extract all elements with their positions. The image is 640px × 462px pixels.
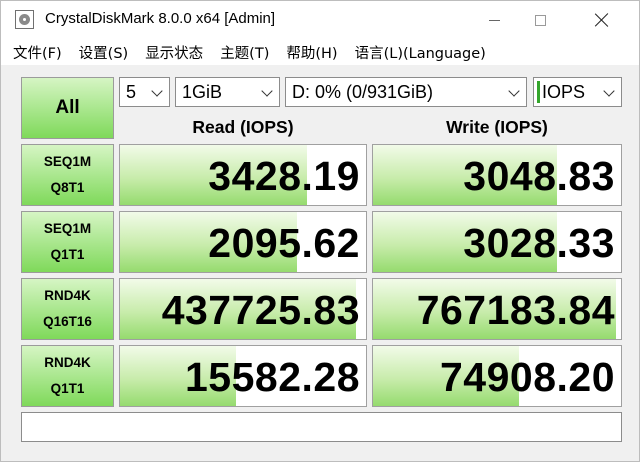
write-column-header: Write (IOPS)	[446, 117, 548, 137]
menu-display-status[interactable]: 显示状态	[145, 42, 203, 63]
test-name: SEQ1M	[43, 221, 92, 236]
unit-select[interactable]: IOPS	[533, 77, 622, 107]
test-name: RND4K	[44, 355, 91, 370]
write-result-rnd4k-q1t1: 74908.20	[372, 345, 622, 407]
read-column-header: Read (IOPS)	[192, 117, 294, 137]
write-value: 3028.33	[463, 220, 615, 266]
drive-select[interactable]: D: 0% (0/931GiB)	[285, 77, 527, 107]
menu-file[interactable]: 文件(F)	[13, 42, 62, 63]
menu-bar: 文件(F) 设置(S) 显示状态 主题(T) 帮助(H) 语言(L)(Langu…	[1, 39, 639, 65]
write-value: 74908.20	[439, 354, 615, 400]
write-value: 3048.83	[463, 153, 615, 199]
test-params: Q8T1	[50, 180, 85, 195]
read-result-rnd4k-q16t16: 437725.83	[119, 278, 367, 340]
test-size-select[interactable]: 1GiB	[175, 77, 280, 107]
write-result-seq1m-q1t1: 3028.33	[372, 211, 622, 273]
test-params: Q1T1	[50, 381, 85, 396]
minimize-button[interactable]	[471, 1, 517, 39]
all-button[interactable]: All	[21, 77, 114, 139]
unit-accent-marker	[537, 81, 540, 103]
close-button[interactable]	[579, 1, 625, 39]
comment-input[interactable]	[21, 412, 622, 442]
menu-settings[interactable]: 设置(S)	[79, 42, 129, 63]
read-value: 15582.28	[184, 354, 360, 400]
unit-value: IOPS	[542, 81, 586, 102]
chevron-down-icon	[508, 85, 520, 97]
test-button-seq1m-q1t1[interactable]: SEQ1M Q1T1	[21, 211, 114, 273]
test-count-value: 5	[126, 81, 137, 102]
chevron-down-icon	[151, 85, 163, 97]
menu-language[interactable]: 语言(L)(Language)	[355, 42, 486, 63]
read-result-seq1m-q8t1: 3428.19	[119, 144, 367, 206]
test-params: Q1T1	[50, 247, 85, 262]
write-result-seq1m-q8t1: 3048.83	[372, 144, 622, 206]
app-window: CrystalDiskMark 8.0.0 x64 [Admin] 文件(F) …	[0, 0, 640, 462]
menu-theme[interactable]: 主题(T)	[220, 42, 269, 63]
close-icon	[595, 13, 609, 27]
read-value: 3428.19	[208, 153, 360, 199]
read-result-seq1m-q1t1: 2095.62	[119, 211, 367, 273]
read-value: 437725.83	[161, 287, 360, 333]
maximize-icon	[534, 14, 546, 26]
test-params: Q16T16	[43, 314, 92, 329]
read-result-rnd4k-q1t1: 15582.28	[119, 345, 367, 407]
test-button-rnd4k-q1t1[interactable]: RND4K Q1T1	[21, 345, 114, 407]
title-bar: CrystalDiskMark 8.0.0 x64 [Admin]	[1, 1, 639, 39]
chevron-down-icon	[603, 85, 615, 97]
test-count-select[interactable]: 5	[119, 77, 170, 107]
drive-value: D: 0% (0/931GiB)	[292, 81, 434, 102]
test-button-seq1m-q8t1[interactable]: SEQ1M Q8T1	[21, 144, 114, 206]
write-value: 767183.84	[416, 287, 615, 333]
test-name: RND4K	[44, 288, 91, 303]
test-name: SEQ1M	[43, 154, 92, 169]
disk-icon	[15, 10, 34, 29]
minimize-icon	[488, 19, 500, 21]
menu-help[interactable]: 帮助(H)	[286, 42, 337, 63]
read-value: 2095.62	[208, 220, 360, 266]
test-button-rnd4k-q16t16[interactable]: RND4K Q16T16	[21, 278, 114, 340]
write-result-rnd4k-q16t16: 767183.84	[372, 278, 622, 340]
chevron-down-icon	[261, 85, 273, 97]
test-size-value: 1GiB	[182, 81, 223, 102]
window-title: CrystalDiskMark 8.0.0 x64 [Admin]	[45, 10, 276, 27]
maximize-button[interactable]	[517, 1, 563, 39]
